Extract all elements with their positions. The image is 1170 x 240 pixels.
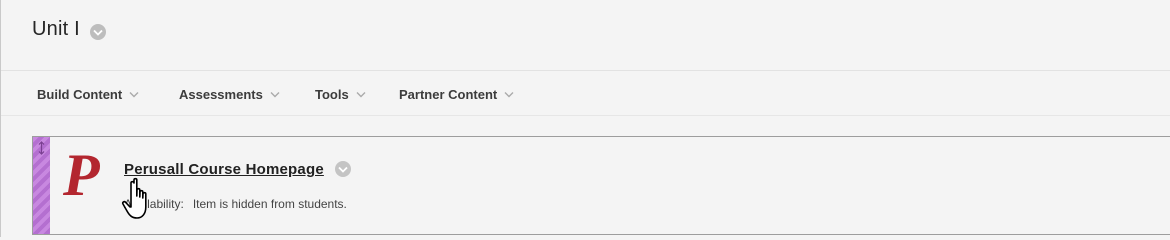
chevron-down-icon: [270, 91, 280, 97]
perusall-logo-icon: P: [63, 142, 100, 208]
tools-label: Tools: [315, 86, 349, 102]
chevron-down-icon: [356, 91, 366, 97]
action-toolbar: Build Content Assessments Tools Partner …: [1, 72, 1170, 116]
item-title-link[interactable]: Perusall Course Homepage: [124, 161, 324, 178]
title-menu-chevron-icon[interactable]: [90, 24, 106, 40]
page-title: Unit I: [32, 18, 80, 40]
page-header: Unit I: [1, 0, 1170, 71]
availability-detail: Availability: Item is hidden from studen…: [124, 197, 347, 211]
partner-content-label: Partner Content: [399, 86, 498, 102]
tools-menu[interactable]: Tools: [315, 86, 366, 102]
assessments-menu[interactable]: Assessments: [179, 86, 280, 102]
availability-value: Item is hidden from students.: [192, 197, 347, 211]
item-menu-chevron-icon[interactable]: [335, 161, 351, 177]
chevron-down-icon: [129, 91, 139, 97]
chevron-down-icon: [504, 91, 514, 97]
reorder-arrows-icon: [38, 141, 45, 155]
build-content-label: Build Content: [37, 86, 123, 102]
availability-label: Availability:: [124, 197, 184, 211]
content-item-row: P Perusall Course Homepage Availability:…: [32, 136, 1170, 235]
build-content-menu[interactable]: Build Content: [37, 86, 139, 102]
drag-handle[interactable]: [33, 137, 50, 234]
partner-content-menu[interactable]: Partner Content: [399, 86, 514, 102]
course-content-page: Unit I Build Content Assessments Tools P…: [0, 0, 1170, 237]
assessments-label: Assessments: [179, 86, 263, 102]
